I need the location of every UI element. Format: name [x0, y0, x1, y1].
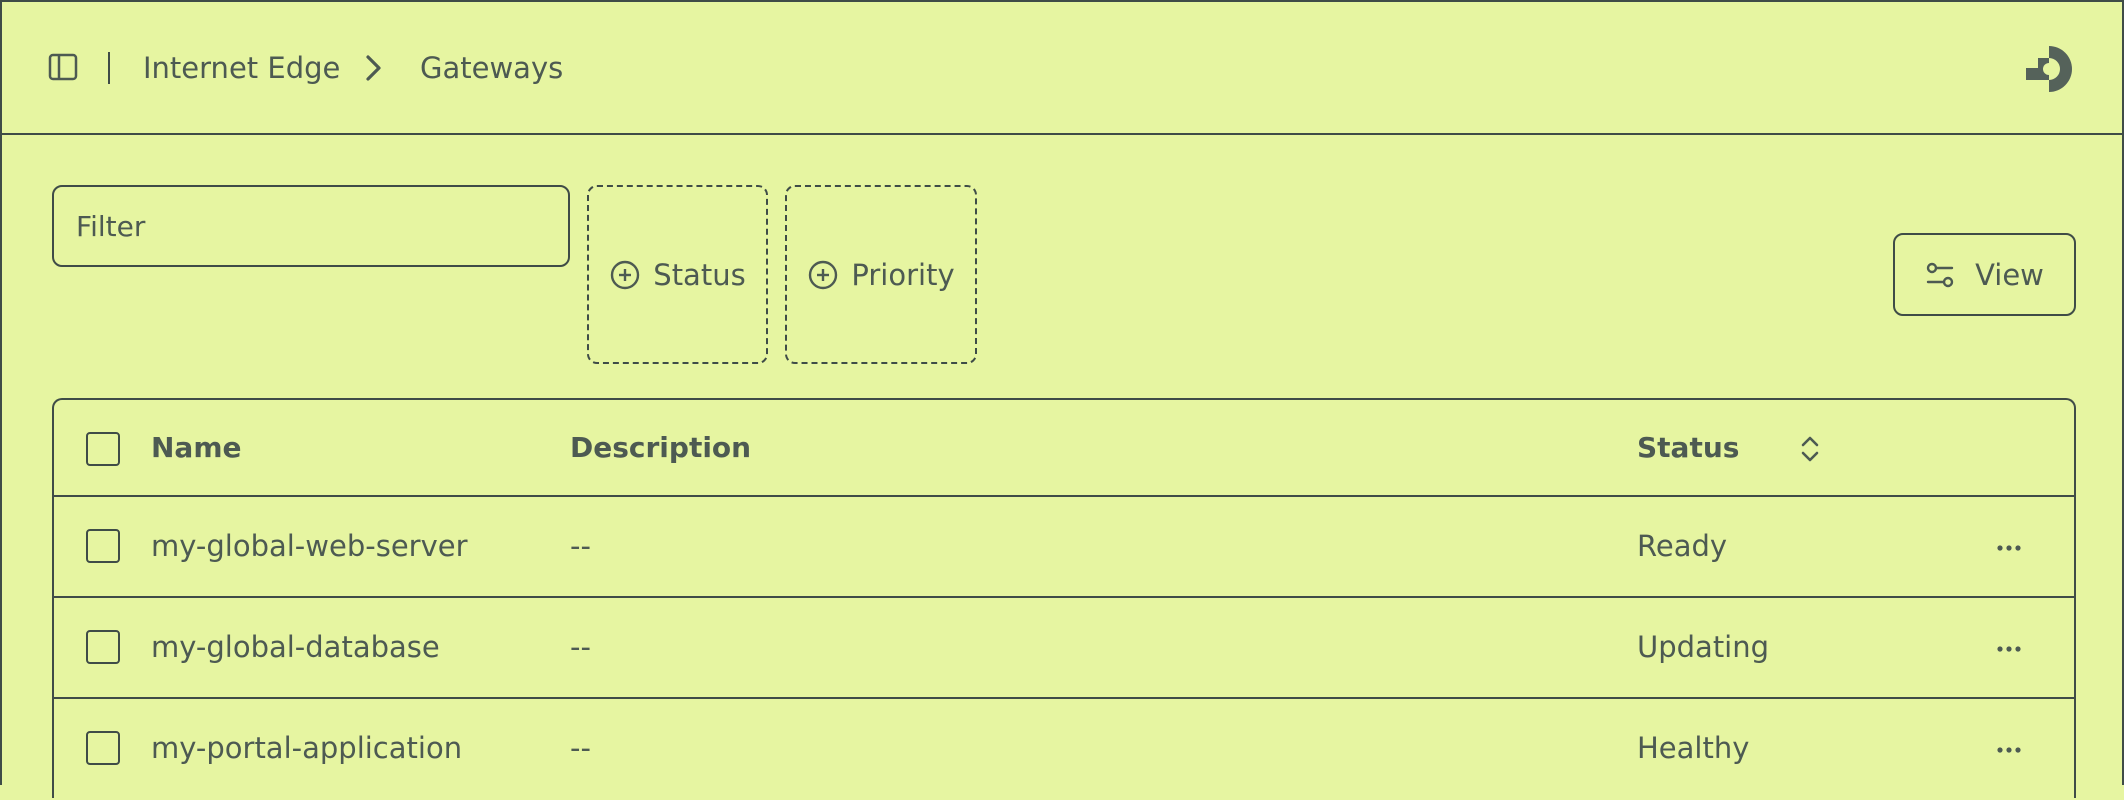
column-header-status[interactable]: Status	[1637, 428, 1739, 468]
top-bar: Internet Edge Gateways	[2, 2, 2124, 135]
view-options-button[interactable]: View	[1893, 233, 2076, 316]
row-name: my-global-web-server	[151, 529, 468, 563]
row-status: Ready	[1637, 529, 1728, 563]
sidebar-icon[interactable]	[48, 52, 78, 82]
select-all-checkbox[interactable]	[86, 432, 120, 466]
breadcrumb-divider	[108, 52, 110, 84]
app-logo-icon[interactable]	[2022, 42, 2076, 96]
plus-circle-icon	[809, 260, 838, 289]
row-status: Updating	[1637, 630, 1770, 664]
more-horizontal-icon[interactable]	[1994, 735, 2024, 765]
status-filter-button[interactable]: Status	[587, 185, 768, 364]
more-horizontal-icon[interactable]	[1994, 634, 2024, 664]
table-header-row: Name Description Status	[54, 400, 2074, 497]
chevron-right-icon	[366, 55, 381, 81]
column-header-description[interactable]: Description	[570, 428, 751, 468]
column-header-name[interactable]: Name	[151, 428, 242, 468]
row-name: my-portal-application	[151, 731, 463, 765]
view-options-label: View	[1975, 257, 2044, 292]
row-checkbox[interactable]	[86, 731, 120, 765]
more-horizontal-icon[interactable]	[1994, 533, 2024, 563]
plus-circle-icon	[611, 260, 640, 289]
row-name: my-global-database	[151, 630, 440, 664]
breadcrumb-gateways[interactable]: Gateways	[420, 48, 563, 88]
sliders-icon	[1926, 262, 1954, 287]
row-description: --	[570, 529, 591, 563]
gateways-table: Name Description Status my-global-web-se…	[52, 398, 2076, 798]
table-row[interactable]: my-global-web-server -- Ready	[54, 497, 2074, 598]
breadcrumb-internet-edge[interactable]: Internet Edge	[143, 48, 340, 88]
app-frame: Internet Edge Gateways Status Priority	[0, 0, 2124, 798]
row-checkbox[interactable]	[86, 529, 120, 563]
priority-filter-label: Priority	[851, 257, 955, 292]
status-filter-label: Status	[653, 257, 746, 292]
row-status: Healthy	[1637, 731, 1750, 765]
row-description: --	[570, 630, 591, 664]
row-description: --	[570, 731, 591, 765]
row-checkbox[interactable]	[86, 630, 120, 664]
sort-icon[interactable]	[1798, 433, 1822, 465]
filter-input[interactable]	[52, 185, 570, 267]
table-row[interactable]: my-global-database -- Updating	[54, 598, 2074, 699]
priority-filter-button[interactable]: Priority	[785, 185, 977, 364]
